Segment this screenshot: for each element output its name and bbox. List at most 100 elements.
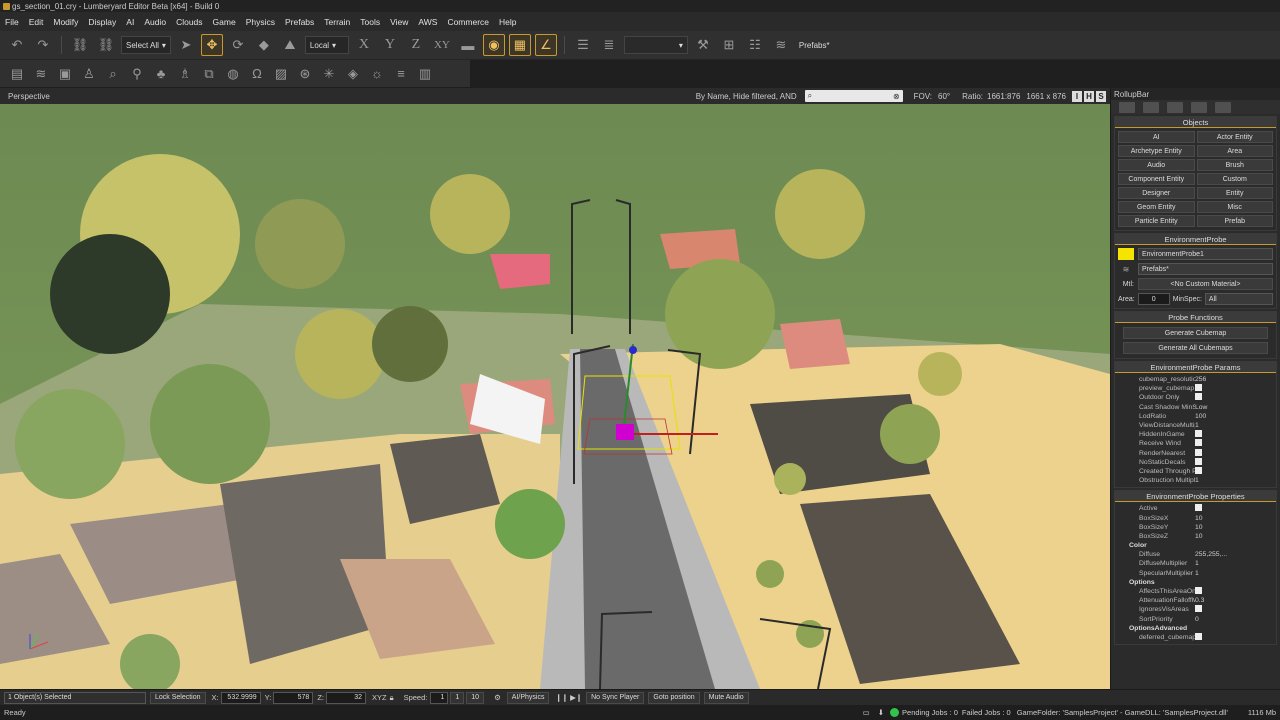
step-icon[interactable]: ▶❙ [570, 693, 582, 702]
select-terrain-icon[interactable]: ⛰ [279, 34, 301, 56]
property-value[interactable]: 10 [1195, 524, 1276, 531]
property-value[interactable] [1195, 587, 1276, 596]
tools-icon[interactable]: ⚒ [692, 34, 714, 56]
helpers-button[interactable]: H [1084, 90, 1094, 102]
menu-prefabs[interactable]: Prefabs [285, 17, 314, 27]
image-icon[interactable]: ▨ [270, 63, 292, 85]
display-tab-icon[interactable] [1191, 101, 1207, 113]
probe-params-header[interactable]: EnvironmentProbe Params [1115, 362, 1276, 373]
layer-dropdown[interactable]: ▾ [623, 36, 688, 54]
checkbox[interactable] [1195, 466, 1202, 474]
ai-physics-icon[interactable]: ⚙ [494, 693, 501, 702]
fov-value[interactable]: 60° [938, 92, 950, 101]
lock-icon[interactable]: 🔒︎ [390, 693, 394, 703]
camera-icon[interactable]: ▭ [863, 708, 870, 717]
property-row[interactable]: NoStaticDecals [1115, 457, 1276, 467]
x-coordinate-input[interactable]: 532.9999 [220, 691, 261, 704]
align-icon[interactable]: ☰ [572, 34, 594, 56]
particles-icon[interactable]: ✳ [318, 63, 340, 85]
download-icon[interactable]: ⬇ [878, 708, 884, 717]
snap-objects-icon[interactable]: ◉ [482, 34, 505, 56]
person-icon[interactable]: ♗ [174, 63, 196, 85]
probe-header[interactable]: EnvironmentProbe [1115, 234, 1276, 245]
coord-space-dropdown[interactable]: Local ▾ [304, 36, 349, 54]
generate-cubemap-button[interactable]: Generate Cubemap [1123, 327, 1268, 339]
list-icon[interactable]: ≣ [598, 34, 620, 56]
property-row[interactable]: RenderNearest [1115, 448, 1276, 458]
object-type-ai-button[interactable]: AI [1118, 131, 1195, 143]
probe-color-swatch[interactable] [1118, 248, 1134, 260]
menu-aws[interactable]: AWS [418, 17, 437, 27]
lock-selection-button[interactable]: Lock Selection [150, 691, 206, 704]
property-value[interactable]: 10 [1195, 533, 1276, 540]
object-type-geom-entity-button[interactable]: Geom Entity [1118, 201, 1195, 213]
list-settings-icon[interactable]: ☷ [744, 34, 766, 56]
no-sync-player-button[interactable]: No Sync Player [586, 691, 645, 704]
y-coordinate-input[interactable]: 578 [273, 691, 314, 704]
checkbox[interactable] [1195, 393, 1202, 401]
property-row[interactable]: ViewDistanceMultiplier1 [1115, 421, 1276, 430]
menu-display[interactable]: Display [88, 17, 116, 27]
menu-audio[interactable]: Audio [144, 17, 166, 27]
scene-render[interactable] [0, 104, 1110, 689]
object-type-audio-button[interactable]: Audio [1118, 159, 1195, 171]
checkbox[interactable] [1195, 430, 1202, 438]
material-button[interactable]: <No Custom Material> [1138, 278, 1273, 290]
property-value[interactable]: 256 [1195, 376, 1276, 383]
property-row[interactable]: BoxSizeY 10 [1115, 523, 1276, 532]
z-coordinate-input[interactable]: 32 [325, 691, 366, 704]
property-row[interactable]: Active [1115, 504, 1276, 513]
link-icon[interactable]: ⛓ [69, 34, 91, 56]
speed-option[interactable]: 1 [450, 691, 465, 704]
property-value[interactable]: 0 [1195, 616, 1276, 623]
property-value[interactable]: 1 [1195, 560, 1276, 567]
object-type-area-button[interactable]: Area [1196, 145, 1273, 157]
property-value[interactable] [1195, 393, 1276, 402]
redo-icon[interactable]: ↷ [32, 34, 54, 56]
menu-ai[interactable]: AI [126, 17, 134, 27]
console-icon[interactable]: ≡ [390, 63, 412, 85]
info-button[interactable]: I [1072, 90, 1082, 102]
menu-help[interactable]: Help [499, 17, 516, 27]
perspective-viewport[interactable] [0, 104, 1110, 689]
safe-frame-button[interactable]: S [1096, 90, 1106, 102]
menu-commerce[interactable]: Commerce [447, 17, 489, 27]
property-row[interactable]: Diffuse 255,255,... [1115, 550, 1276, 559]
menu-modify[interactable]: Modify [53, 17, 78, 27]
property-row[interactable]: Color [1115, 541, 1276, 550]
property-row[interactable]: cubemap_resolution 256 [1115, 375, 1276, 384]
lightbulb-icon[interactable]: ☼ [366, 63, 388, 85]
object-type-designer-button[interactable]: Designer [1118, 187, 1195, 199]
property-value[interactable] [1195, 384, 1276, 393]
move-icon[interactable]: ✥ [200, 34, 223, 56]
axis-y-button[interactable]: Y [379, 34, 401, 56]
tree-icon[interactable]: ♣ [150, 63, 172, 85]
terminal-icon[interactable]: ▥ [414, 63, 436, 85]
property-value[interactable]: 1 [1195, 570, 1276, 577]
axis-z-button[interactable]: Z [405, 34, 427, 56]
resolution-value[interactable]: 1661 x 876 [1026, 92, 1066, 101]
property-value[interactable]: Low [1195, 404, 1276, 411]
property-value[interactable]: 10 [1195, 515, 1276, 522]
property-value[interactable] [1195, 430, 1276, 439]
property-value[interactable] [1195, 632, 1276, 642]
property-row[interactable]: Receive Wind [1115, 439, 1276, 448]
property-value[interactable]: 255,255,... [1195, 551, 1276, 558]
mute-audio-button[interactable]: Mute Audio [703, 691, 749, 704]
checkbox[interactable] [1195, 587, 1202, 595]
checkbox[interactable] [1195, 448, 1202, 456]
property-row[interactable]: DiffuseMultiplier 1 [1115, 559, 1276, 568]
property-value[interactable]: 0.3 [1195, 597, 1276, 604]
checkbox[interactable] [1195, 605, 1202, 613]
modeling-tab-icon[interactable] [1167, 101, 1183, 113]
area-input[interactable]: 0 [1137, 293, 1170, 305]
property-row[interactable]: Obstruction Multiplier1 [1115, 476, 1276, 485]
menu-terrain[interactable]: Terrain [324, 17, 350, 27]
prefab-stack-icon[interactable]: ≋ [770, 34, 792, 56]
globe-icon[interactable]: ◍ [222, 63, 244, 85]
object-type-brush-button[interactable]: Brush [1196, 159, 1273, 171]
object-type-particle-entity-button[interactable]: Particle Entity [1118, 215, 1195, 227]
object-type-component-entity-button[interactable]: Component Entity [1118, 173, 1195, 185]
terrain-snap-icon[interactable]: ▬ [457, 34, 479, 56]
ai-physics-button[interactable]: AI/Physics [506, 691, 550, 704]
